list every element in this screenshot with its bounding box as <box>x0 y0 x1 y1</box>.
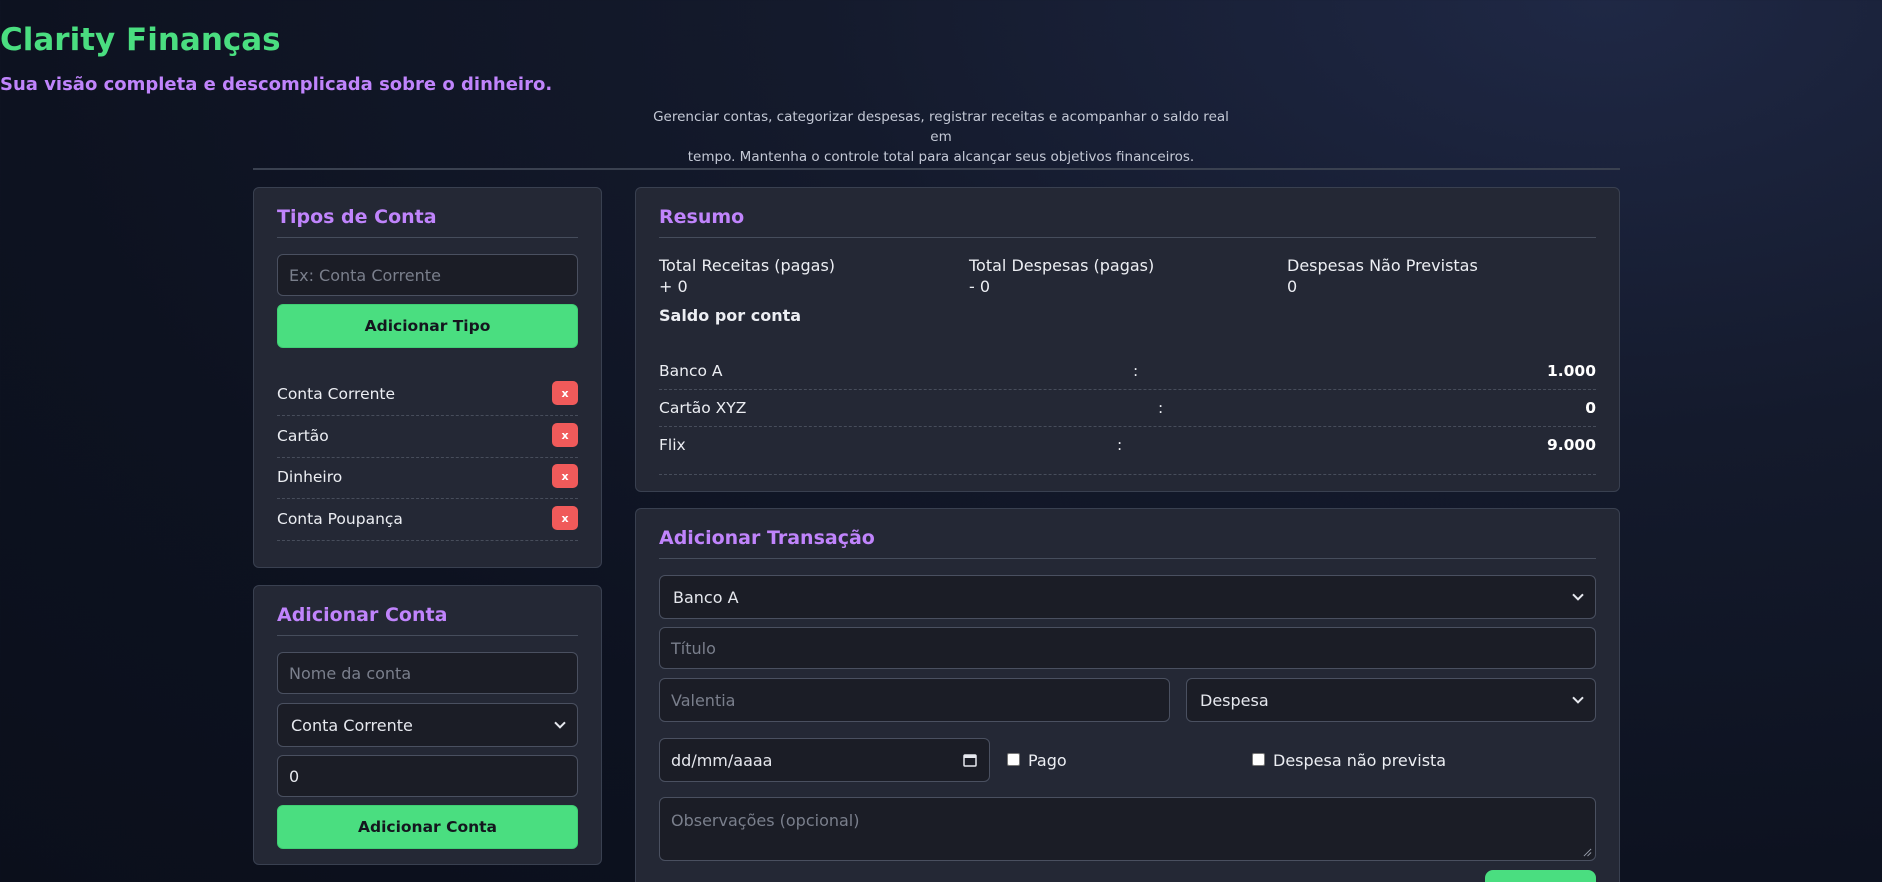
add-type-button[interactable]: Adicionar Tipo <box>277 304 578 348</box>
notes-textarea[interactable]: Observações (opcional) <box>659 797 1596 861</box>
section-divider <box>659 237 1596 238</box>
chevron-down-icon <box>1572 593 1584 601</box>
account-type-item: Dinheiro x <box>277 458 578 499</box>
account-separator: : <box>1133 362 1139 380</box>
unplanned-label: Despesa não prevista <box>1273 751 1447 770</box>
account-balance-row: Banco A : 1.000 <box>659 353 1596 390</box>
section-divider <box>277 237 578 238</box>
account-name: Cartão XYZ <box>659 399 747 417</box>
account-name: Flix <box>659 436 686 454</box>
account-type-label: Cartão <box>277 427 329 445</box>
initial-balance-input[interactable]: 0 <box>277 755 578 797</box>
add-transaction-title: Adicionar Transação <box>659 527 875 549</box>
unplanned-expense-value: 0 <box>1287 277 1298 296</box>
total-income-value: + 0 <box>659 277 688 296</box>
account-balance: 0 <box>1585 399 1596 417</box>
account-name: Banco A <box>659 362 723 380</box>
transaction-kind-select[interactable]: Despesa <box>1186 678 1596 722</box>
account-type-label: Conta Corrente <box>277 385 396 403</box>
total-expense-label: Total Despesas (pagas) <box>969 256 1155 275</box>
account-type-select[interactable]: Conta Corrente <box>277 703 578 747</box>
delete-type-button[interactable]: x <box>552 423 578 447</box>
account-type-label: Conta Poupança <box>277 510 403 528</box>
transaction-title-input[interactable]: Título <box>659 627 1596 669</box>
add-account-button[interactable]: Adicionar Conta <box>277 805 578 849</box>
account-name-input[interactable]: Nome da conta <box>277 652 578 694</box>
account-type-item: Cartão x <box>277 417 578 458</box>
resize-handle-icon[interactable] <box>1583 848 1592 857</box>
page-subtitle: Sua visão completa e descomplicada sobre… <box>0 74 553 95</box>
account-separator: : <box>1158 399 1164 417</box>
account-type-item: Conta Corrente x <box>277 375 578 416</box>
delete-type-button[interactable]: x <box>552 381 578 405</box>
account-balance: 1.000 <box>1546 362 1596 380</box>
delete-type-button[interactable]: x <box>552 464 578 488</box>
paid-label: Pago <box>1028 751 1067 770</box>
total-expense-value: - 0 <box>969 277 991 296</box>
submit-transaction-button[interactable] <box>1485 870 1596 882</box>
header-divider <box>253 168 1620 170</box>
unplanned-checkbox[interactable] <box>1252 753 1265 766</box>
summary-title: Resumo <box>659 206 745 228</box>
transaction-value-input[interactable]: Valentia <box>659 678 1170 722</box>
account-balance-row: Flix : 9.000 <box>659 427 1596 475</box>
transaction-date-input[interactable]: dd/mm/aaaa <box>659 738 990 782</box>
section-divider <box>277 635 578 636</box>
total-income-label: Total Receitas (pagas) <box>659 256 836 275</box>
account-balance-row: Cartão XYZ : 0 <box>659 390 1596 427</box>
account-type-label: Dinheiro <box>277 468 343 486</box>
chevron-down-icon <box>554 721 566 729</box>
chevron-down-icon <box>1572 696 1584 704</box>
section-divider <box>659 558 1596 559</box>
account-types-title: Tipos de Conta <box>277 206 437 228</box>
account-balance: 9.000 <box>1546 436 1596 454</box>
calendar-icon[interactable] <box>963 753 977 767</box>
balance-by-account-label: Saldo por conta <box>659 306 802 325</box>
account-type-item: Conta Poupança x <box>277 500 578 541</box>
paid-checkbox[interactable] <box>1007 753 1020 766</box>
unplanned-expense-label: Despesas Não Previstas <box>1287 256 1478 275</box>
page-title: Clarity Finanças <box>0 22 281 58</box>
delete-type-button[interactable]: x <box>552 506 578 530</box>
page-description: Gerenciar contas, categorizar despesas, … <box>653 109 1229 165</box>
transaction-account-select[interactable]: Banco A <box>659 575 1596 619</box>
add-account-title: Adicionar Conta <box>277 604 448 626</box>
account-separator: : <box>1117 436 1123 454</box>
account-type-input[interactable]: Ex: Conta Corrente <box>277 254 578 296</box>
